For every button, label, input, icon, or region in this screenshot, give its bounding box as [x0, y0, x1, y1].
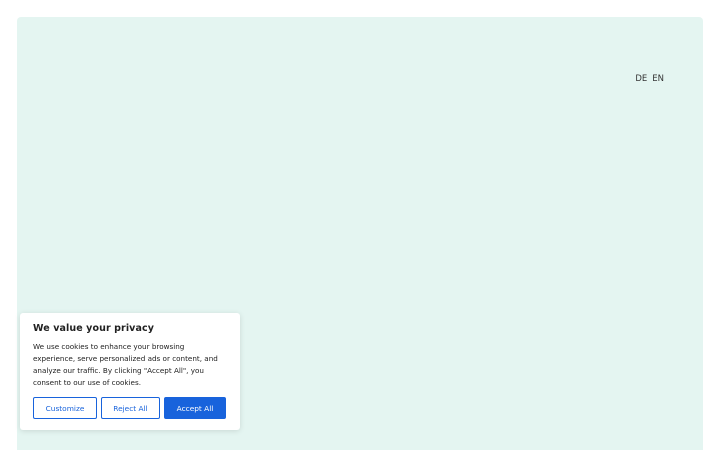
language-switcher: DE EN: [635, 74, 664, 84]
cookie-consent-banner: We value your privacy We use cookies to …: [20, 313, 240, 430]
cookie-banner-description: We use cookies to enhance your browsing …: [33, 342, 218, 387]
customize-button[interactable]: Customize: [33, 397, 97, 419]
language-de-link[interactable]: DE: [635, 74, 647, 84]
reject-all-button[interactable]: Reject All: [101, 397, 160, 419]
accept-all-button[interactable]: Accept All: [164, 397, 226, 419]
cookie-banner-actions: Customize Reject All Accept All: [33, 397, 227, 419]
language-en-link[interactable]: EN: [652, 74, 664, 84]
cookie-banner-title: We value your privacy: [33, 323, 155, 334]
